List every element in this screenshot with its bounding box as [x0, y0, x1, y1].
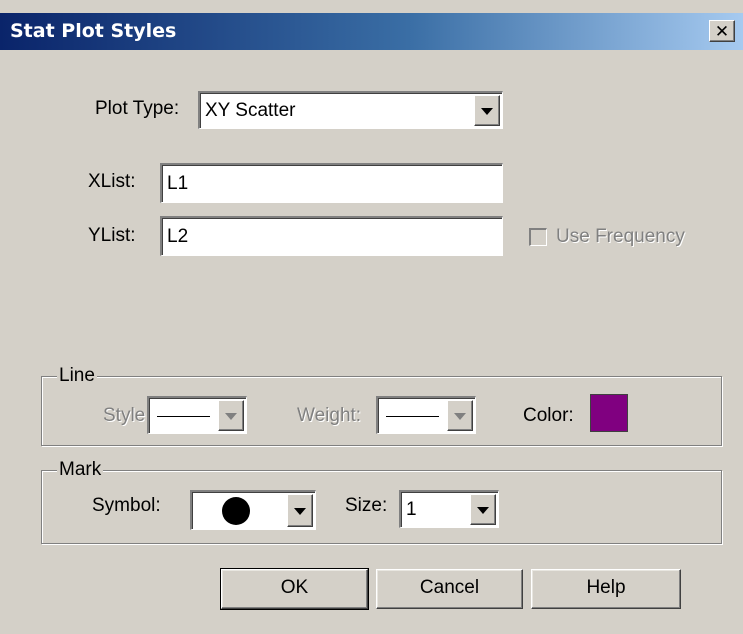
line-color-label: Color: [523, 405, 574, 426]
line-weight-label: Weight: [297, 405, 362, 426]
ylist-label: YList: [88, 225, 136, 246]
line-style-label: Style: [103, 405, 151, 426]
symbol-dropdown-button[interactable] [287, 494, 313, 527]
ok-button[interactable]: OK [220, 568, 369, 610]
help-button[interactable]: Help [531, 569, 681, 609]
chevron-down-icon [454, 412, 466, 420]
chevron-down-icon [481, 107, 493, 115]
ylist-input[interactable]: L2 [160, 216, 503, 256]
chevron-down-icon [294, 507, 306, 515]
window-title: Stat Plot Styles [10, 20, 177, 42]
line-color-swatch[interactable] [590, 394, 628, 432]
xlist-value: L1 [167, 172, 189, 194]
size-value: 1 [406, 498, 417, 520]
close-button[interactable]: ✕ [709, 20, 735, 42]
line-weight-sample [386, 415, 439, 417]
line-weight-dropdown[interactable] [376, 396, 476, 434]
line-group-legend: Line [57, 365, 97, 386]
symbol-label: Symbol: [92, 495, 161, 516]
xlist-label: XList: [88, 171, 136, 192]
plot-type-dropdown[interactable]: XY Scatter [198, 91, 503, 129]
plot-type-value: XY Scatter [205, 99, 296, 121]
mark-group-legend: Mark [57, 459, 104, 480]
cancel-button[interactable]: Cancel [376, 569, 523, 609]
chevron-down-icon [477, 506, 489, 514]
line-weight-dropdown-button[interactable] [447, 400, 473, 431]
close-icon: ✕ [714, 22, 730, 42]
ylist-value: L2 [167, 225, 189, 247]
line-style-dropdown-button[interactable] [218, 400, 244, 431]
use-frequency-checkbox[interactable] [529, 228, 547, 246]
size-dropdown[interactable]: 1 [399, 490, 499, 528]
line-style-sample [157, 415, 210, 417]
symbol-dropdown[interactable] [190, 490, 316, 530]
size-label: Size: [345, 495, 388, 516]
plot-type-dropdown-button[interactable] [474, 95, 500, 126]
filled-circle-icon [222, 496, 250, 525]
size-dropdown-button[interactable] [470, 494, 496, 525]
plot-type-label: Plot Type: [95, 98, 180, 119]
line-style-dropdown[interactable] [147, 396, 247, 434]
xlist-input[interactable]: L1 [160, 163, 503, 203]
use-frequency-label: Use Frequency [556, 226, 685, 247]
chevron-down-icon [225, 412, 237, 420]
